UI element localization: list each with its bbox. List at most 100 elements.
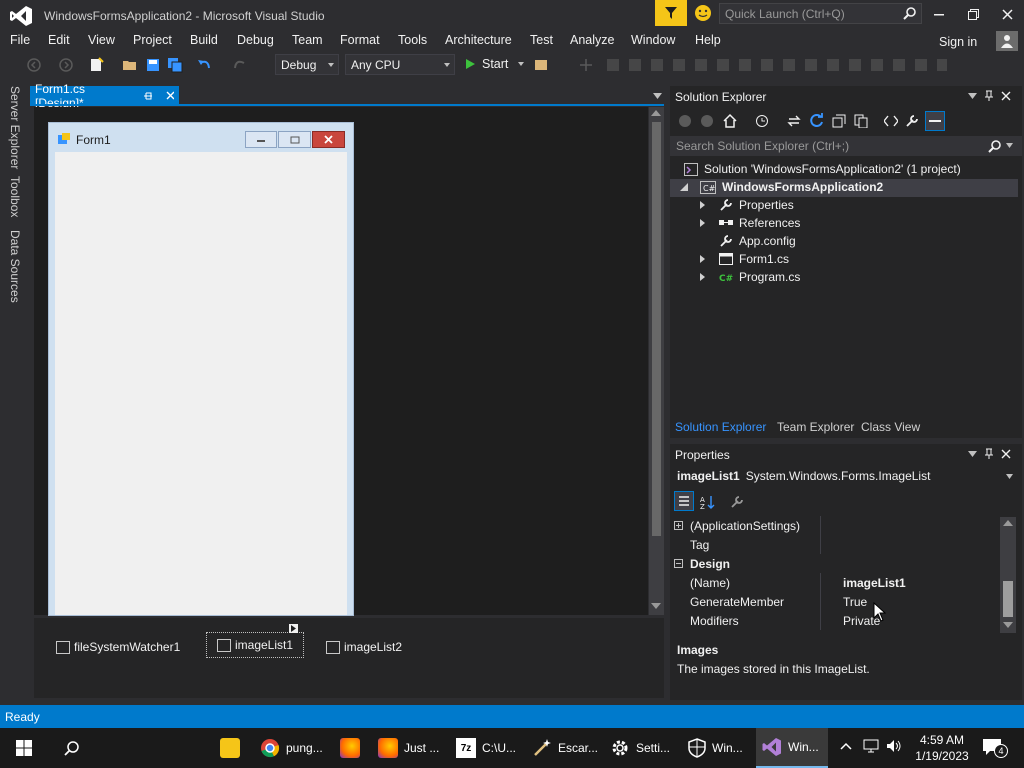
undo-icon[interactable] xyxy=(196,57,212,73)
data-sources-tab[interactable]: Data Sources xyxy=(8,230,22,303)
taskbar-visual-studio[interactable]: Win... xyxy=(756,728,828,768)
tab-class-view[interactable]: Class View xyxy=(861,420,920,434)
tray-item-filesystemwatcher[interactable]: fileSystemWatcher1 xyxy=(56,640,180,654)
close-icon[interactable] xyxy=(1001,91,1011,101)
scroll-down-icon[interactable] xyxy=(651,603,661,609)
collapsed-arrow-icon[interactable] xyxy=(700,219,705,227)
toolbox-tab[interactable]: Toolbox xyxy=(8,176,22,217)
tray-item-imagelist2[interactable]: imageList2 xyxy=(326,640,402,654)
solution-configuration-dropdown[interactable]: Debug xyxy=(275,54,339,75)
account-button[interactable] xyxy=(996,31,1018,51)
home-icon[interactable] xyxy=(722,113,738,129)
restore-button[interactable] xyxy=(956,0,990,28)
categorized-view-button[interactable] xyxy=(674,491,694,511)
tab-form1-design[interactable]: Form1.cs [Design]* xyxy=(30,82,179,110)
property-row-name[interactable]: (Name) imageList1 xyxy=(670,573,998,592)
collapsed-arrow-icon[interactable] xyxy=(700,201,705,209)
menu-window[interactable]: Window xyxy=(631,33,675,47)
taskbar-search-button[interactable] xyxy=(48,728,96,768)
pin-icon[interactable] xyxy=(984,448,994,460)
taskbar-chrome[interactable]: pung... xyxy=(254,728,329,768)
preview-selected-items-button[interactable] xyxy=(925,111,945,131)
tree-item-app-config[interactable]: App.config xyxy=(719,234,796,248)
expand-plus-icon[interactable] xyxy=(674,521,683,530)
property-grid-scroll-thumb[interactable] xyxy=(1003,581,1013,617)
taskbar-clock[interactable]: 4:59 AM 1/19/2023 xyxy=(912,732,972,764)
menu-debug[interactable]: Debug xyxy=(237,33,274,47)
start-menu-button[interactable] xyxy=(0,728,48,768)
menu-edit[interactable]: Edit xyxy=(48,33,70,47)
menu-tools[interactable]: Tools xyxy=(398,33,427,47)
pin-icon[interactable] xyxy=(984,90,994,102)
form1-client-area[interactable] xyxy=(55,152,347,615)
taskbar-settings[interactable]: Setti... xyxy=(604,728,676,768)
navigate-forward-icon[interactable] xyxy=(58,57,74,73)
menu-format[interactable]: Format xyxy=(340,33,380,47)
pin-icon[interactable] xyxy=(143,91,152,101)
taskbar-windows-security[interactable]: Win... xyxy=(682,728,749,768)
show-hidden-icons-chevron-icon[interactable] xyxy=(840,742,852,750)
tree-item-solution[interactable]: Solution 'WindowsFormsApplication2' (1 p… xyxy=(684,162,961,176)
menu-help[interactable]: Help xyxy=(695,33,721,47)
forward-icon[interactable] xyxy=(700,114,714,128)
new-project-icon[interactable] xyxy=(88,57,104,73)
close-icon[interactable] xyxy=(166,91,174,100)
alphabetical-sort-icon[interactable]: AZ xyxy=(700,494,716,510)
property-value[interactable] xyxy=(820,516,843,535)
tab-team-explorer[interactable]: Team Explorer xyxy=(777,420,854,434)
tab-solution-explorer[interactable]: Solution Explorer xyxy=(675,420,766,434)
panel-options-icon[interactable] xyxy=(968,451,977,457)
tray-item-imagelist1-selected[interactable]: imageList1 xyxy=(206,632,305,658)
navigate-back-icon[interactable] xyxy=(26,57,42,73)
close-button[interactable] xyxy=(990,0,1024,28)
menu-project[interactable]: Project xyxy=(133,33,172,47)
refresh-icon[interactable] xyxy=(809,113,824,128)
property-pages-wrench-icon[interactable] xyxy=(730,495,744,509)
menu-view[interactable]: View xyxy=(88,33,115,47)
tree-item-project[interactable]: C# WindowsFormsApplication2 xyxy=(680,180,883,194)
menu-analyze[interactable]: Analyze xyxy=(570,33,614,47)
smart-tag-button[interactable] xyxy=(289,624,298,633)
layout-toolbar-icons[interactable] xyxy=(607,59,947,71)
collapse-minus-icon[interactable] xyxy=(674,559,683,568)
scroll-down-icon[interactable] xyxy=(1003,622,1013,628)
tree-item-references[interactable]: References xyxy=(700,216,800,230)
minimize-button[interactable] xyxy=(922,0,956,28)
browser-link-icon[interactable] xyxy=(533,57,549,73)
property-value[interactable] xyxy=(820,535,843,554)
scroll-up-icon[interactable] xyxy=(651,110,661,116)
property-value[interactable]: True xyxy=(820,592,867,611)
properties-wrench-icon[interactable] xyxy=(905,114,919,128)
layout-align-icon[interactable] xyxy=(578,57,594,73)
start-button[interactable]: Start xyxy=(464,57,525,71)
solution-explorer-search[interactable]: Search Solution Explorer (Ctrl+;) xyxy=(670,136,1022,156)
taskbar-escargot[interactable]: Escar... xyxy=(526,728,604,768)
view-code-icon[interactable] xyxy=(884,115,898,127)
property-category-design[interactable]: Design xyxy=(670,554,998,573)
taskbar-firefox-2[interactable]: Just ... xyxy=(372,728,445,768)
server-explorer-tab[interactable]: Server Explorer xyxy=(8,86,22,169)
menu-architecture[interactable]: Architecture xyxy=(445,33,512,47)
quick-launch-input[interactable]: Quick Launch (Ctrl+Q) xyxy=(719,3,922,24)
sync-icon[interactable] xyxy=(787,114,801,128)
document-list-dropdown-icon[interactable] xyxy=(653,93,662,99)
expanded-arrow-icon[interactable] xyxy=(680,183,688,191)
taskbar-file-explorer[interactable] xyxy=(214,728,246,768)
scroll-up-icon[interactable] xyxy=(1003,520,1013,526)
menu-file[interactable]: File xyxy=(10,33,30,47)
action-center-button[interactable]: 4 xyxy=(982,738,1008,758)
close-icon[interactable] xyxy=(1001,449,1011,459)
tree-item-form1-cs[interactable]: Form1.cs xyxy=(700,252,789,266)
menu-test[interactable]: Test xyxy=(530,33,553,47)
panel-options-icon[interactable] xyxy=(968,93,977,99)
property-value[interactable]: Private xyxy=(820,611,880,630)
collapse-all-icon[interactable] xyxy=(832,114,846,128)
volume-icon[interactable] xyxy=(886,739,902,753)
properties-object-selector[interactable]: imageList1 System.Windows.Forms.ImageLis… xyxy=(670,466,1022,486)
property-row-modifiers[interactable]: Modifiers Private xyxy=(670,611,998,630)
open-file-icon[interactable] xyxy=(122,57,138,73)
property-row-applicationsettings[interactable]: (ApplicationSettings) xyxy=(670,516,998,535)
show-all-files-icon[interactable] xyxy=(854,114,868,128)
collapsed-arrow-icon[interactable] xyxy=(700,255,705,263)
collapsed-arrow-icon[interactable] xyxy=(700,273,705,281)
